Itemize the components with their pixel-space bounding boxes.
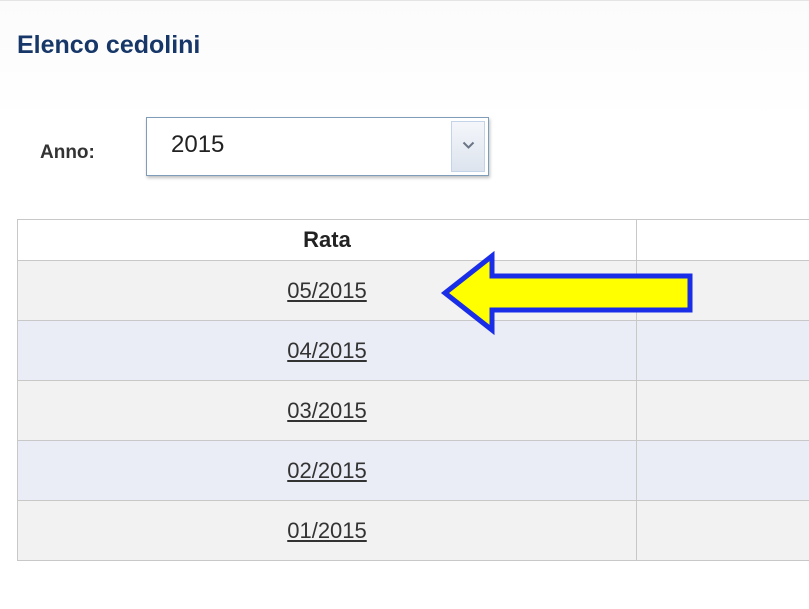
year-select-dropdown-button[interactable]	[451, 121, 485, 172]
left-arrow-icon	[440, 251, 693, 335]
extra-cell	[636, 440, 809, 501]
year-select[interactable]: 2015	[146, 117, 489, 176]
extra-cell	[636, 380, 809, 441]
payslip-link-05-2015[interactable]: 05/2015	[287, 278, 367, 303]
year-select-value: 2015	[171, 131, 225, 158]
table-row: 02/2015	[17, 440, 809, 501]
payslip-link-04-2015[interactable]: 04/2015	[287, 338, 367, 363]
table-row: 01/2015	[17, 500, 809, 561]
rata-cell: 02/2015	[17, 440, 637, 501]
payslip-link-01-2015[interactable]: 01/2015	[287, 518, 367, 543]
rata-cell: 01/2015	[17, 500, 637, 561]
payslip-link-03-2015[interactable]: 03/2015	[287, 398, 367, 423]
payslip-link-02-2015[interactable]: 02/2015	[287, 458, 367, 483]
arrow-shape	[440, 251, 693, 335]
payslip-panel: Elenco cedolini Anno: 2015 Rata 05/2015	[0, 0, 809, 609]
rata-cell: 03/2015	[17, 380, 637, 441]
chevron-down-icon	[462, 141, 475, 149]
table-row: 03/2015	[17, 380, 809, 441]
year-label: Anno:	[40, 142, 95, 163]
page-title: Elenco cedolini	[17, 31, 201, 59]
extra-cell	[636, 500, 809, 561]
